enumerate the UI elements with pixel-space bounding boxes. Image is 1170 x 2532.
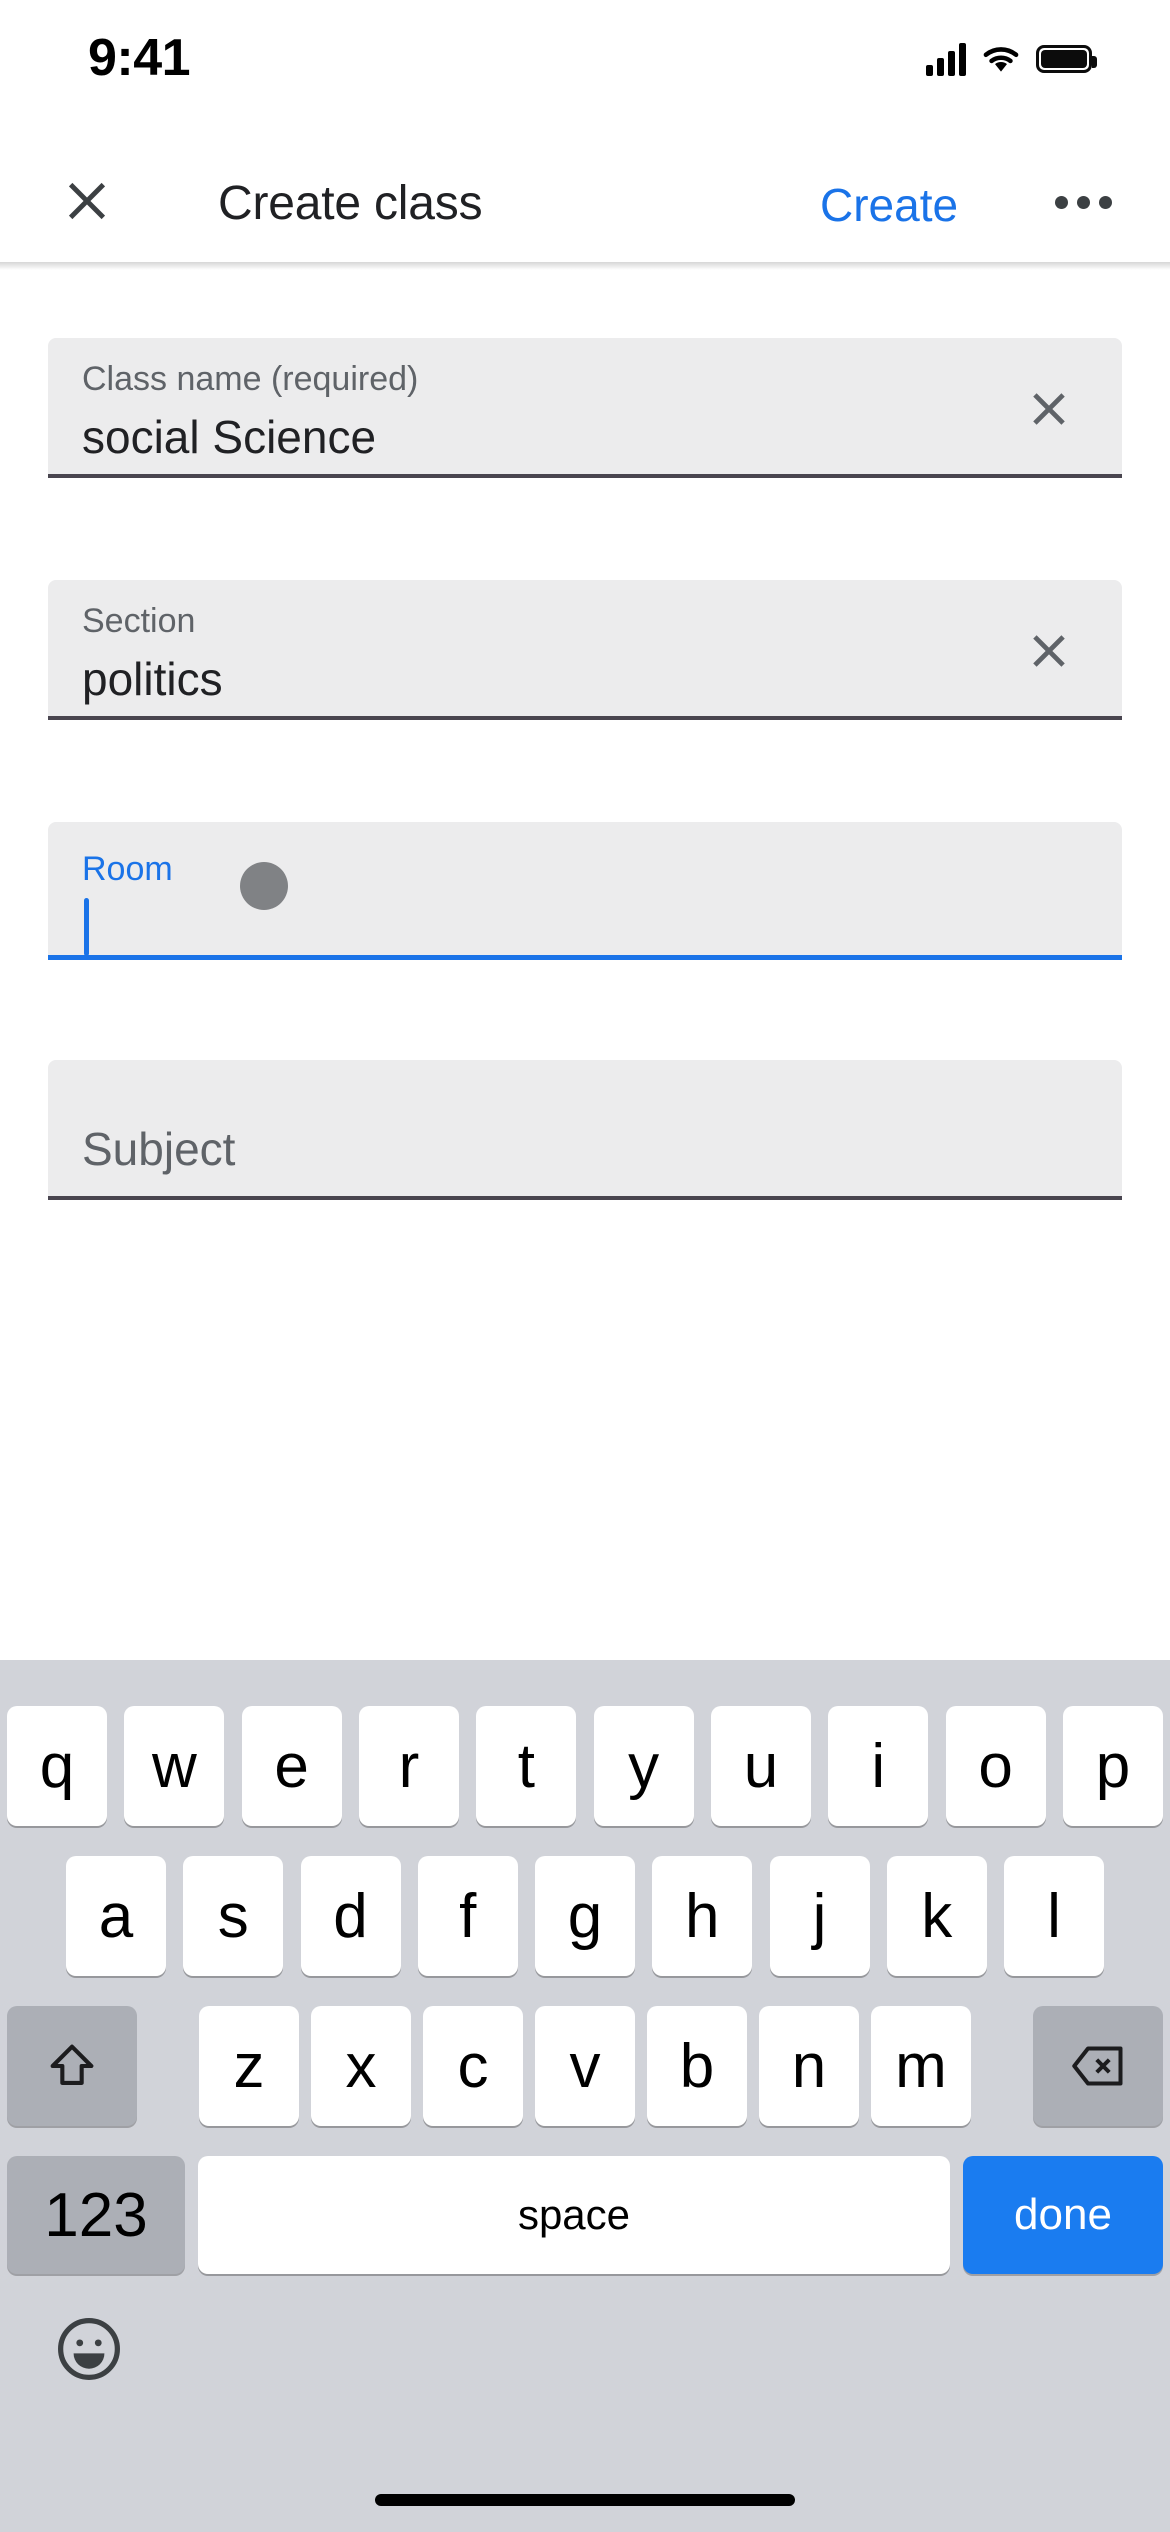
key-u[interactable]: u bbox=[710, 1706, 811, 1826]
key-m[interactable]: m bbox=[871, 2006, 971, 2126]
room-label: Room bbox=[82, 850, 173, 888]
key-r[interactable]: r bbox=[358, 1706, 459, 1826]
form-content: Class name (required) social Science Sec… bbox=[0, 270, 1170, 1660]
key-f[interactable]: f bbox=[417, 1856, 518, 1976]
key-y[interactable]: y bbox=[593, 1706, 694, 1826]
section-input[interactable]: politics bbox=[82, 652, 223, 706]
status-time: 9:41 bbox=[88, 29, 191, 87]
space-key[interactable]: space bbox=[198, 2156, 950, 2274]
subject-label: Subject bbox=[82, 1123, 236, 1175]
key-k[interactable]: k bbox=[886, 1856, 987, 1976]
key-w[interactable]: w bbox=[124, 1706, 225, 1826]
key-q[interactable]: q bbox=[7, 1706, 107, 1826]
cellular-signal-icon bbox=[926, 42, 966, 76]
section-underline bbox=[48, 716, 1122, 720]
numbers-key[interactable]: 123 bbox=[7, 2156, 185, 2274]
clear-section-icon[interactable] bbox=[1018, 620, 1080, 682]
key-z[interactable]: z bbox=[199, 2006, 299, 2126]
done-key[interactable]: done bbox=[963, 2156, 1163, 2274]
text-caret bbox=[84, 898, 89, 956]
keyboard-letters-row-3: zxcvbnm bbox=[199, 2006, 971, 2126]
key-v[interactable]: v bbox=[535, 2006, 635, 2126]
status-bar: 9:41 bbox=[0, 0, 1170, 140]
page-title: Create class bbox=[218, 177, 483, 230]
clear-class-name-icon[interactable] bbox=[1018, 378, 1080, 440]
key-j[interactable]: j bbox=[769, 1856, 870, 1976]
keyboard-row-1: qwertyuiop bbox=[0, 1706, 1170, 1826]
battery-icon bbox=[1036, 45, 1097, 73]
class-name-underline bbox=[48, 474, 1122, 478]
key-o[interactable]: o bbox=[945, 1706, 1046, 1826]
app-screen: 9:41 Create class Create Class name (req… bbox=[0, 0, 1170, 2532]
key-d[interactable]: d bbox=[300, 1856, 401, 1976]
status-icons bbox=[926, 36, 1097, 82]
keyboard-row-2: asdfghjkl bbox=[0, 1856, 1170, 1976]
key-c[interactable]: c bbox=[423, 2006, 523, 2126]
key-p[interactable]: p bbox=[1062, 1706, 1163, 1826]
key-e[interactable]: e bbox=[241, 1706, 342, 1826]
class-name-field[interactable]: Class name (required) social Science bbox=[48, 338, 1122, 478]
subject-field[interactable]: Subject bbox=[48, 1060, 1122, 1200]
key-b[interactable]: b bbox=[647, 2006, 747, 2126]
wifi-icon bbox=[983, 47, 1019, 72]
shift-icon[interactable] bbox=[7, 2006, 137, 2126]
class-name-input[interactable]: social Science bbox=[82, 410, 376, 464]
room-underline bbox=[48, 955, 1122, 960]
backspace-icon[interactable] bbox=[1033, 2006, 1163, 2126]
key-n[interactable]: n bbox=[759, 2006, 859, 2126]
emoji-icon[interactable] bbox=[50, 2310, 128, 2388]
key-i[interactable]: i bbox=[828, 1706, 929, 1826]
key-s[interactable]: s bbox=[183, 1856, 284, 1976]
nav-divider bbox=[0, 262, 1170, 270]
section-label: Section bbox=[82, 602, 196, 640]
key-g[interactable]: g bbox=[535, 1856, 635, 1976]
nav-bar: Create class Create bbox=[0, 140, 1170, 262]
section-field[interactable]: Section politics bbox=[48, 580, 1122, 720]
keyboard-row-3: zxcvbnm bbox=[0, 2006, 1170, 2126]
create-button[interactable]: Create bbox=[820, 178, 958, 232]
keyboard-row-4: 123 space done bbox=[0, 2156, 1170, 2274]
home-indicator bbox=[375, 2494, 795, 2506]
on-screen-keyboard: qwertyuiop asdfghjkl zxcvbnm 123 space d… bbox=[0, 1660, 1170, 2532]
subject-underline bbox=[48, 1196, 1122, 1200]
touch-indicator bbox=[240, 862, 288, 910]
key-a[interactable]: a bbox=[66, 1856, 166, 1976]
key-h[interactable]: h bbox=[652, 1856, 753, 1976]
key-l[interactable]: l bbox=[1004, 1856, 1104, 1976]
key-t[interactable]: t bbox=[476, 1706, 577, 1826]
room-field[interactable]: Room bbox=[48, 822, 1122, 960]
key-x[interactable]: x bbox=[311, 2006, 411, 2126]
close-icon[interactable] bbox=[54, 168, 120, 234]
class-name-label: Class name (required) bbox=[82, 360, 419, 398]
overflow-menu-icon[interactable] bbox=[1050, 180, 1116, 224]
